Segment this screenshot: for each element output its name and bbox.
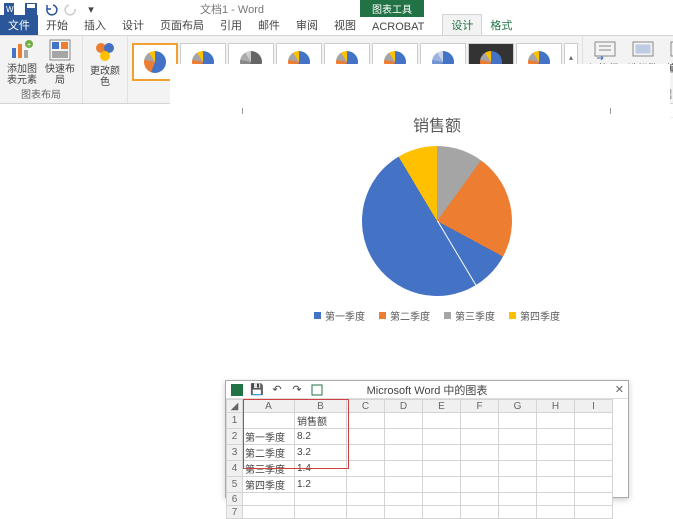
col-header-b[interactable]: B — [295, 400, 347, 413]
cell-b4[interactable]: 1.4 — [295, 461, 347, 477]
group-change-colors: 更改颜色 — [83, 36, 128, 103]
row-header-3[interactable]: 3 — [227, 445, 243, 461]
ds-redo-icon[interactable]: ↷ — [288, 382, 306, 398]
document-title: 文档1 - Word — [200, 1, 264, 17]
add-element-icon: + — [10, 38, 34, 62]
chart-title[interactable]: 销售额 — [242, 112, 632, 136]
row-header-6[interactable]: 6 — [227, 493, 243, 506]
svg-text:W: W — [6, 5, 14, 14]
data-table[interactable]: ◢ A B C D E F G H I 1 销售额 2第一季度8.2 3第二季度3… — [226, 399, 613, 519]
row-header-1[interactable]: 1 — [227, 413, 243, 429]
ribbon-tabs: 文件 开始 插入 设计 页面布局 引用 邮件 审阅 视图 ACROBAT 设计 … — [0, 18, 673, 36]
legend-item-3[interactable]: 第三季度 — [444, 308, 495, 323]
cell-b5[interactable]: 1.2 — [295, 477, 347, 493]
cell-a4[interactable]: 第三季度 — [243, 461, 295, 477]
corner-cell[interactable]: ◢ — [227, 400, 243, 413]
quick-layout-button[interactable]: 快速布局 — [42, 38, 78, 86]
tab-review[interactable]: 审阅 — [288, 15, 326, 35]
cell-b2[interactable]: 8.2 — [295, 429, 347, 445]
col-header-d[interactable]: D — [385, 400, 423, 413]
ds-app-icon[interactable] — [228, 382, 246, 398]
cell-b1[interactable]: 销售额 — [295, 413, 347, 429]
contextual-tab-label: 图表工具 — [360, 0, 424, 17]
tab-mailings[interactable]: 邮件 — [250, 15, 288, 35]
col-header-f[interactable]: F — [461, 400, 499, 413]
quick-layout-icon — [48, 38, 72, 62]
chart-object[interactable]: 销售额 第一季度 第二季度 第三季度 第四季度 — [242, 112, 632, 382]
tab-file[interactable]: 文件 — [0, 15, 38, 35]
cell-a1[interactable] — [243, 413, 295, 429]
pie-chart[interactable] — [334, 118, 540, 324]
cell-a5[interactable]: 第四季度 — [243, 477, 295, 493]
ds-expand-icon[interactable] — [308, 382, 326, 398]
row-header-5[interactable]: 5 — [227, 477, 243, 493]
datasheet-grid[interactable]: ◢ A B C D E F G H I 1 销售额 2第一季度8.2 3第二季度3… — [226, 399, 628, 519]
col-header-a[interactable]: A — [243, 400, 295, 413]
row-header-2[interactable]: 2 — [227, 429, 243, 445]
cell-a2[interactable]: 第一季度 — [243, 429, 295, 445]
col-header-i[interactable]: I — [575, 400, 613, 413]
col-header-g[interactable]: G — [499, 400, 537, 413]
switch-rowcol-icon — [593, 38, 617, 62]
add-chart-element-button[interactable]: + 添加图表元素 — [4, 38, 40, 86]
change-colors-button[interactable]: 更改颜色 — [87, 40, 123, 88]
quick-layout-label: 快速布局 — [42, 64, 78, 86]
legend-item-2[interactable]: 第二季度 — [379, 308, 430, 323]
add-element-label: 添加图表元素 — [4, 64, 40, 86]
change-colors-icon — [93, 40, 117, 64]
group-layout-label: 图表布局 — [21, 86, 61, 101]
tab-view[interactable]: 视图 — [326, 15, 364, 35]
col-header-h[interactable]: H — [537, 400, 575, 413]
tab-home[interactable]: 开始 — [38, 15, 76, 35]
tab-insert[interactable]: 插入 — [76, 15, 114, 35]
tab-layout[interactable]: 页面布局 — [152, 15, 212, 35]
ds-undo-icon[interactable]: ↶ — [268, 382, 286, 398]
row-header-4[interactable]: 4 — [227, 461, 243, 477]
legend-item-4[interactable]: 第四季度 — [509, 308, 560, 323]
group-chart-layout: + 添加图表元素 快速布局 图表布局 — [0, 36, 83, 103]
change-colors-label: 更改颜色 — [87, 66, 123, 88]
datasheet-title: Microsoft Word 中的图表 — [367, 382, 488, 398]
tab-chart-format[interactable]: 格式 — [482, 15, 520, 35]
cell-b3[interactable]: 3.2 — [295, 445, 347, 461]
svg-text:+: + — [27, 42, 31, 49]
select-data-icon — [631, 38, 655, 62]
tab-references[interactable]: 引用 — [212, 15, 250, 35]
col-header-e[interactable]: E — [423, 400, 461, 413]
chart-datasheet-window: 💾 ↶ ↷ Microsoft Word 中的图表 ✕ ◢ A B C D E … — [225, 380, 629, 498]
tab-design[interactable]: 设计 — [114, 15, 152, 35]
row-header-7[interactable]: 7 — [227, 506, 243, 519]
close-icon[interactable]: ✕ — [615, 383, 624, 396]
tab-chart-design[interactable]: 设计 — [442, 14, 482, 35]
legend-item-1[interactable]: 第一季度 — [314, 308, 365, 323]
cell-a3[interactable]: 第二季度 — [243, 445, 295, 461]
col-header-c[interactable]: C — [347, 400, 385, 413]
datasheet-titlebar: 💾 ↶ ↷ Microsoft Word 中的图表 ✕ — [226, 381, 628, 399]
tab-acrobat[interactable]: ACROBAT — [364, 19, 432, 35]
chart-legend[interactable]: 第一季度 第二季度 第三季度 第四季度 — [242, 308, 632, 323]
ds-save-icon[interactable]: 💾 — [248, 382, 266, 398]
edit-data-icon — [669, 38, 673, 62]
